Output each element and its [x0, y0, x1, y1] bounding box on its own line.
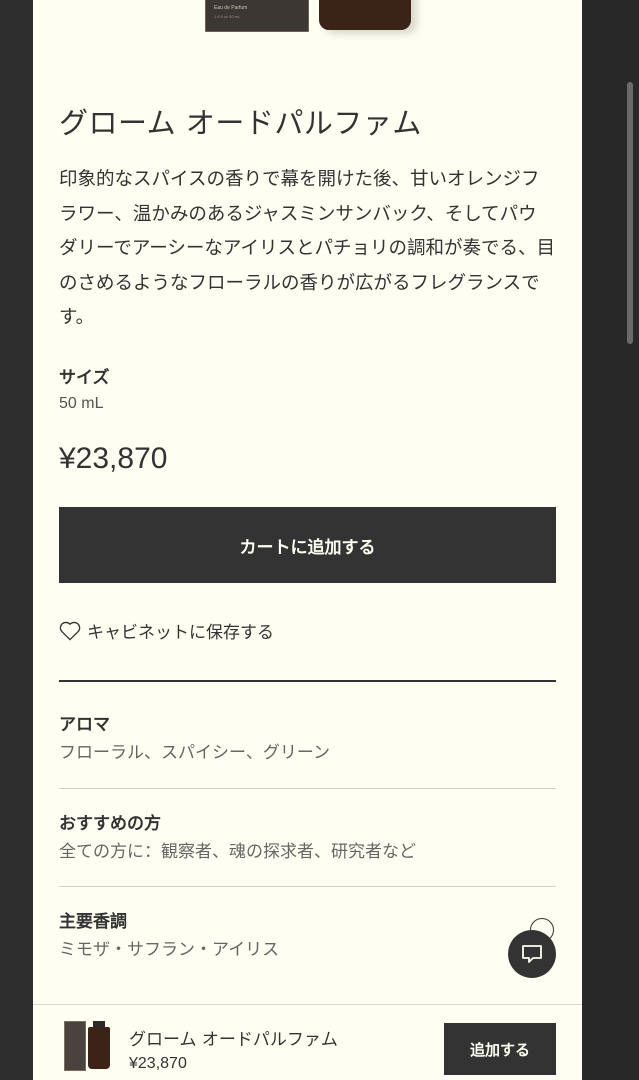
heart-outline-icon: [59, 621, 81, 641]
product-thumbnail-box: [64, 1021, 86, 1071]
product-thumbnail-bottle: [88, 1027, 110, 1069]
sticky-add-button[interactable]: 追加する: [444, 1023, 556, 1075]
size-label: サイズ: [59, 368, 110, 388]
size-value: 50 mL: [59, 395, 104, 412]
detail-value: フローラル、スパイシー、グリーン: [59, 743, 330, 763]
sticky-add-to-cart-bar: グローム オードパルファム ¥23,870 追加する: [33, 1004, 582, 1080]
detail-divider: [59, 886, 556, 887]
sticky-product-name: グローム オードパルファム: [129, 1030, 338, 1050]
product-box-image: Eau de Parfum 1.6 fl oz 50 mL: [205, 0, 309, 32]
detail-heading: 主要香調: [59, 912, 127, 932]
detail-recommended-for: おすすめの方 全ての方に：観察者、魂の探求者、研究者など: [59, 813, 556, 863]
product-bottle-image: [319, 0, 411, 30]
product-box-label: Eau de Parfum: [214, 5, 248, 11]
detail-value: 全ての方に：観察者、魂の探求者、研究者など: [59, 842, 416, 862]
detail-key-notes: 主要香調 ミモザ・サフラン・アイリス: [59, 911, 556, 961]
save-to-cabinet-link[interactable]: キャビネットに保存する: [59, 618, 274, 643]
chat-bubble-icon: [522, 945, 542, 963]
sticky-product-price: ¥23,870: [129, 1055, 187, 1072]
add-to-cart-button[interactable]: カートに追加する: [59, 507, 556, 583]
detail-divider: [59, 788, 556, 789]
product-title: グローム オードパルファム: [59, 106, 422, 140]
detail-value: ミモザ・サフラン・アイリス: [59, 940, 280, 960]
product-box-sublabel: 1.6 fl oz 50 mL: [214, 14, 241, 19]
left-gutter: [0, 0, 33, 1080]
detail-heading: アロマ: [59, 715, 110, 735]
product-price: ¥23,870: [59, 442, 168, 475]
product-page: Eau de Parfum 1.6 fl oz 50 mL グローム オードパル…: [33, 0, 582, 1080]
save-to-cabinet-label: キャビネットに保存する: [87, 623, 274, 643]
scrollbar-thumb[interactable]: [627, 82, 633, 344]
section-divider: [59, 680, 556, 682]
detail-aroma: アロマ フローラル、スパイシー、グリーン: [59, 714, 556, 764]
chat-button[interactable]: [508, 930, 556, 978]
detail-heading: おすすめの方: [59, 814, 161, 834]
product-description: 印象的なスパイスの香りで幕を開けた後、甘いオレンジフラワー、温かみのあるジャスミ…: [59, 169, 555, 328]
